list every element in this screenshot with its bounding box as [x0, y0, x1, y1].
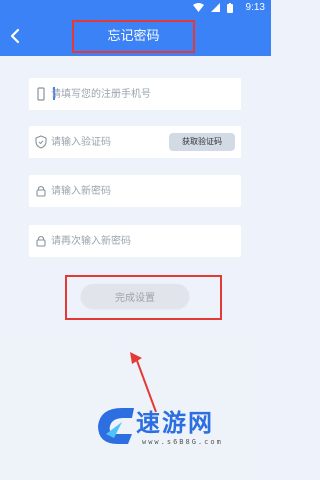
status-bar: 9:13	[0, 0, 271, 16]
logo-mark-icon	[98, 408, 134, 444]
watermark-brand: 速游网	[136, 409, 214, 437]
app-bar: 忘记密码	[0, 16, 271, 56]
code-field: 获取验证码	[29, 126, 241, 158]
title-highlight-box	[72, 20, 195, 53]
phone-input[interactable]	[51, 84, 186, 104]
submit-highlight-box	[65, 275, 222, 320]
watermark-url: www.s6B8G.com	[142, 438, 223, 446]
new-password-field	[29, 175, 241, 207]
lock-icon	[36, 185, 46, 197]
code-input[interactable]	[51, 132, 186, 152]
new-password-input[interactable]	[51, 181, 186, 201]
back-arrow-icon[interactable]	[6, 24, 26, 48]
signal-icon	[210, 3, 220, 12]
phone-field	[29, 78, 241, 110]
wifi-icon	[192, 3, 204, 12]
watermark-logo: 速游网 www.s6B8G.com	[92, 404, 262, 460]
phone-icon	[37, 87, 45, 101]
get-code-button[interactable]: 获取验证码	[169, 133, 235, 151]
confirm-password-input[interactable]	[51, 231, 186, 251]
lock-icon	[36, 235, 46, 247]
confirm-password-field	[29, 225, 241, 257]
battery-icon	[227, 3, 233, 13]
status-time: 9:13	[245, 2, 265, 13]
shield-icon	[35, 135, 47, 149]
